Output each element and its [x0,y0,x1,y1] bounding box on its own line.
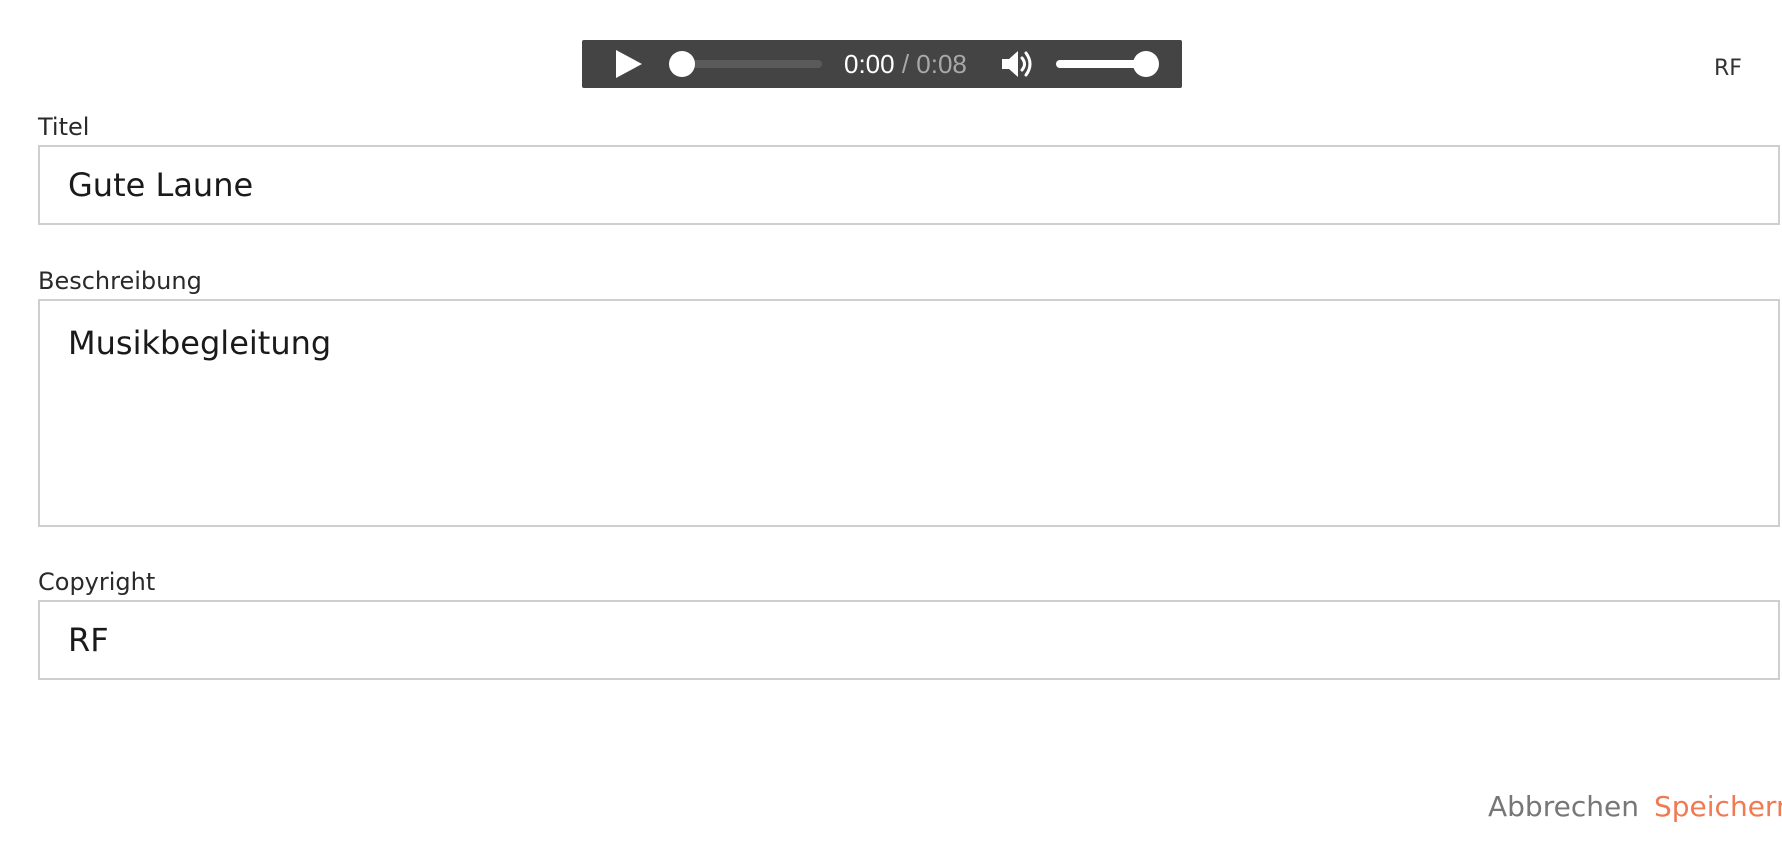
time-display: 0:00 / 0:08 [844,49,967,79]
seek-slider[interactable] [669,51,822,77]
mute-button[interactable] [1000,50,1036,78]
save-button[interactable]: Speichern [1654,790,1782,823]
media-edit-dialog: 0:00 / 0:08 RF Titel Beschreibung Copyri… [0,0,1782,848]
copyright-label: Copyright [38,568,156,596]
title-label: Titel [38,113,90,141]
copyright-input[interactable] [38,600,1780,680]
description-label: Beschreibung [38,267,202,295]
current-time: 0:00 [844,49,895,79]
time-separator: / [894,49,917,79]
description-textarea[interactable] [38,299,1780,527]
volume-icon [1002,51,1032,77]
volume-slider[interactable] [1056,51,1159,77]
title-input[interactable] [38,145,1780,225]
cancel-button[interactable]: Abbrechen [1488,790,1639,823]
copyright-indicator: RF [1714,56,1742,81]
play-button[interactable] [612,50,644,78]
volume-thumb[interactable] [1133,51,1159,77]
audio-player: 0:00 / 0:08 [582,40,1182,88]
play-icon [616,50,642,78]
seek-thumb[interactable] [669,51,695,77]
duration-time: 0:08 [916,49,967,79]
